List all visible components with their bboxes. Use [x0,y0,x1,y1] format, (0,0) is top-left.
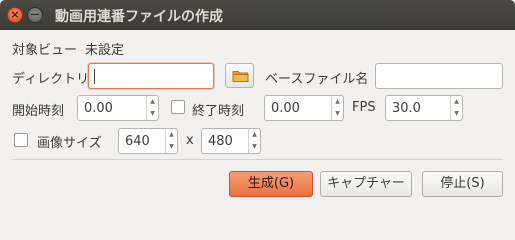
fps-label: FPS [352,100,376,115]
height-up-icon[interactable]: ▲ [249,129,260,141]
fps-up-icon[interactable]: ▲ [451,96,462,108]
width-value: 640 [125,134,150,149]
end-time-up-icon[interactable]: ▲ [332,96,343,108]
divider [12,159,503,160]
height-down-icon[interactable]: ▼ [249,141,260,153]
fps-spinner[interactable]: 30.0 ▲ ▼ [385,95,463,121]
width-up-icon[interactable]: ▲ [166,129,177,141]
stop-button[interactable]: 停止(S) [422,171,503,197]
basename-input[interactable] [376,64,502,88]
start-time-down-icon[interactable]: ▼ [147,108,158,120]
text-caret [94,69,95,84]
start-time-up-icon[interactable]: ▲ [147,96,158,108]
directory-input-box [88,63,214,89]
image-size-checkbox[interactable] [14,133,28,147]
minimize-button[interactable]: — [27,7,43,23]
minimize-icon: — [30,10,40,20]
close-button[interactable]: × [7,7,23,23]
close-icon: × [10,8,20,21]
fps-value: 30.0 [392,101,421,116]
end-time-value: 0.00 [271,101,300,116]
basename-label: ベースファイル名 [265,72,369,87]
size-separator: x [186,133,194,148]
directory-label: ディレクトリ [12,72,90,87]
height-value: 480 [208,134,233,149]
basename-input-box [375,63,503,89]
browse-folder-button[interactable] [225,63,254,88]
fps-down-icon[interactable]: ▼ [451,108,462,120]
folder-icon [232,71,249,82]
title-bar: × — 動画用連番ファイルの作成 [0,0,515,30]
image-size-label: 画像サイズ [37,136,102,151]
start-time-value: 0.00 [84,101,113,116]
start-time-label: 開始時刻 [12,104,65,119]
end-time-spinner[interactable]: 0.00 ▲ ▼ [264,95,344,121]
window-title: 動画用連番ファイルの作成 [55,9,223,25]
target-view-value: 未設定 [85,43,125,58]
end-time-label: 終了時刻 [192,104,245,119]
directory-input[interactable] [89,64,213,88]
generate-button[interactable]: 生成(G) [229,171,313,197]
end-time-checkbox[interactable] [171,100,185,114]
target-view-label: 対象ビュー [12,43,78,58]
capture-button[interactable]: キャプチャー [320,171,412,197]
width-spinner[interactable]: 640 ▲ ▼ [118,128,178,154]
end-time-down-icon[interactable]: ▼ [332,108,343,120]
height-spinner[interactable]: 480 ▲ ▼ [201,128,261,154]
width-down-icon[interactable]: ▼ [166,141,177,153]
start-time-spinner[interactable]: 0.00 ▲ ▼ [77,95,159,121]
